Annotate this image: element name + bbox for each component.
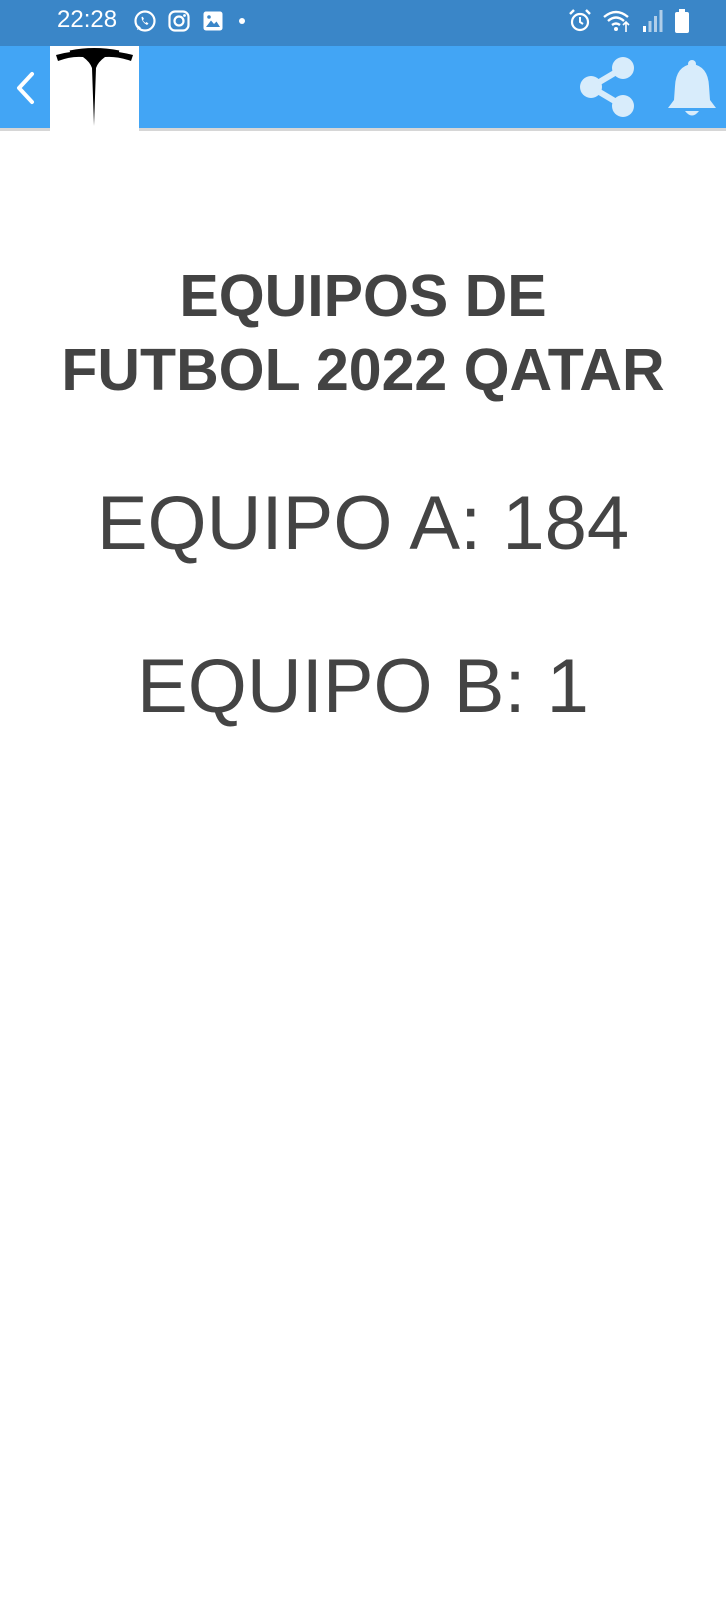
notifications-button[interactable] — [664, 58, 720, 120]
app-logo — [50, 46, 139, 131]
team-a-score: EQUIPO A: 184 — [96, 481, 630, 566]
alarm-icon — [569, 9, 591, 32]
share-button[interactable] — [575, 54, 639, 120]
app-bar — [0, 46, 726, 131]
battery-icon — [675, 9, 689, 33]
wifi-icon — [603, 10, 630, 32]
signal-icon — [643, 10, 663, 32]
gallery-icon — [203, 11, 223, 31]
status-right-icons — [568, 8, 690, 34]
status-left-icons — [133, 9, 249, 33]
status-bar: 22:28 — [0, 0, 726, 46]
instagram-icon — [168, 10, 190, 32]
tesla-t-logo — [56, 48, 133, 126]
page-title: EQUIPOS DE FUTBOL 2022 QATAR — [61, 263, 665, 403]
bell-icon — [668, 60, 716, 116]
back-button[interactable] — [8, 66, 44, 110]
dot-icon — [239, 18, 245, 24]
share-icon — [580, 57, 634, 117]
whatsapp-icon — [134, 10, 156, 32]
chevron-left-icon — [17, 72, 34, 104]
main-content: EQUIPOS DE FUTBOL 2022 QATAR EQUIPO A: 1… — [0, 134, 726, 732]
status-time: 22:28 — [57, 6, 118, 33]
team-b-score: EQUIPO B: 1 — [137, 644, 589, 729]
